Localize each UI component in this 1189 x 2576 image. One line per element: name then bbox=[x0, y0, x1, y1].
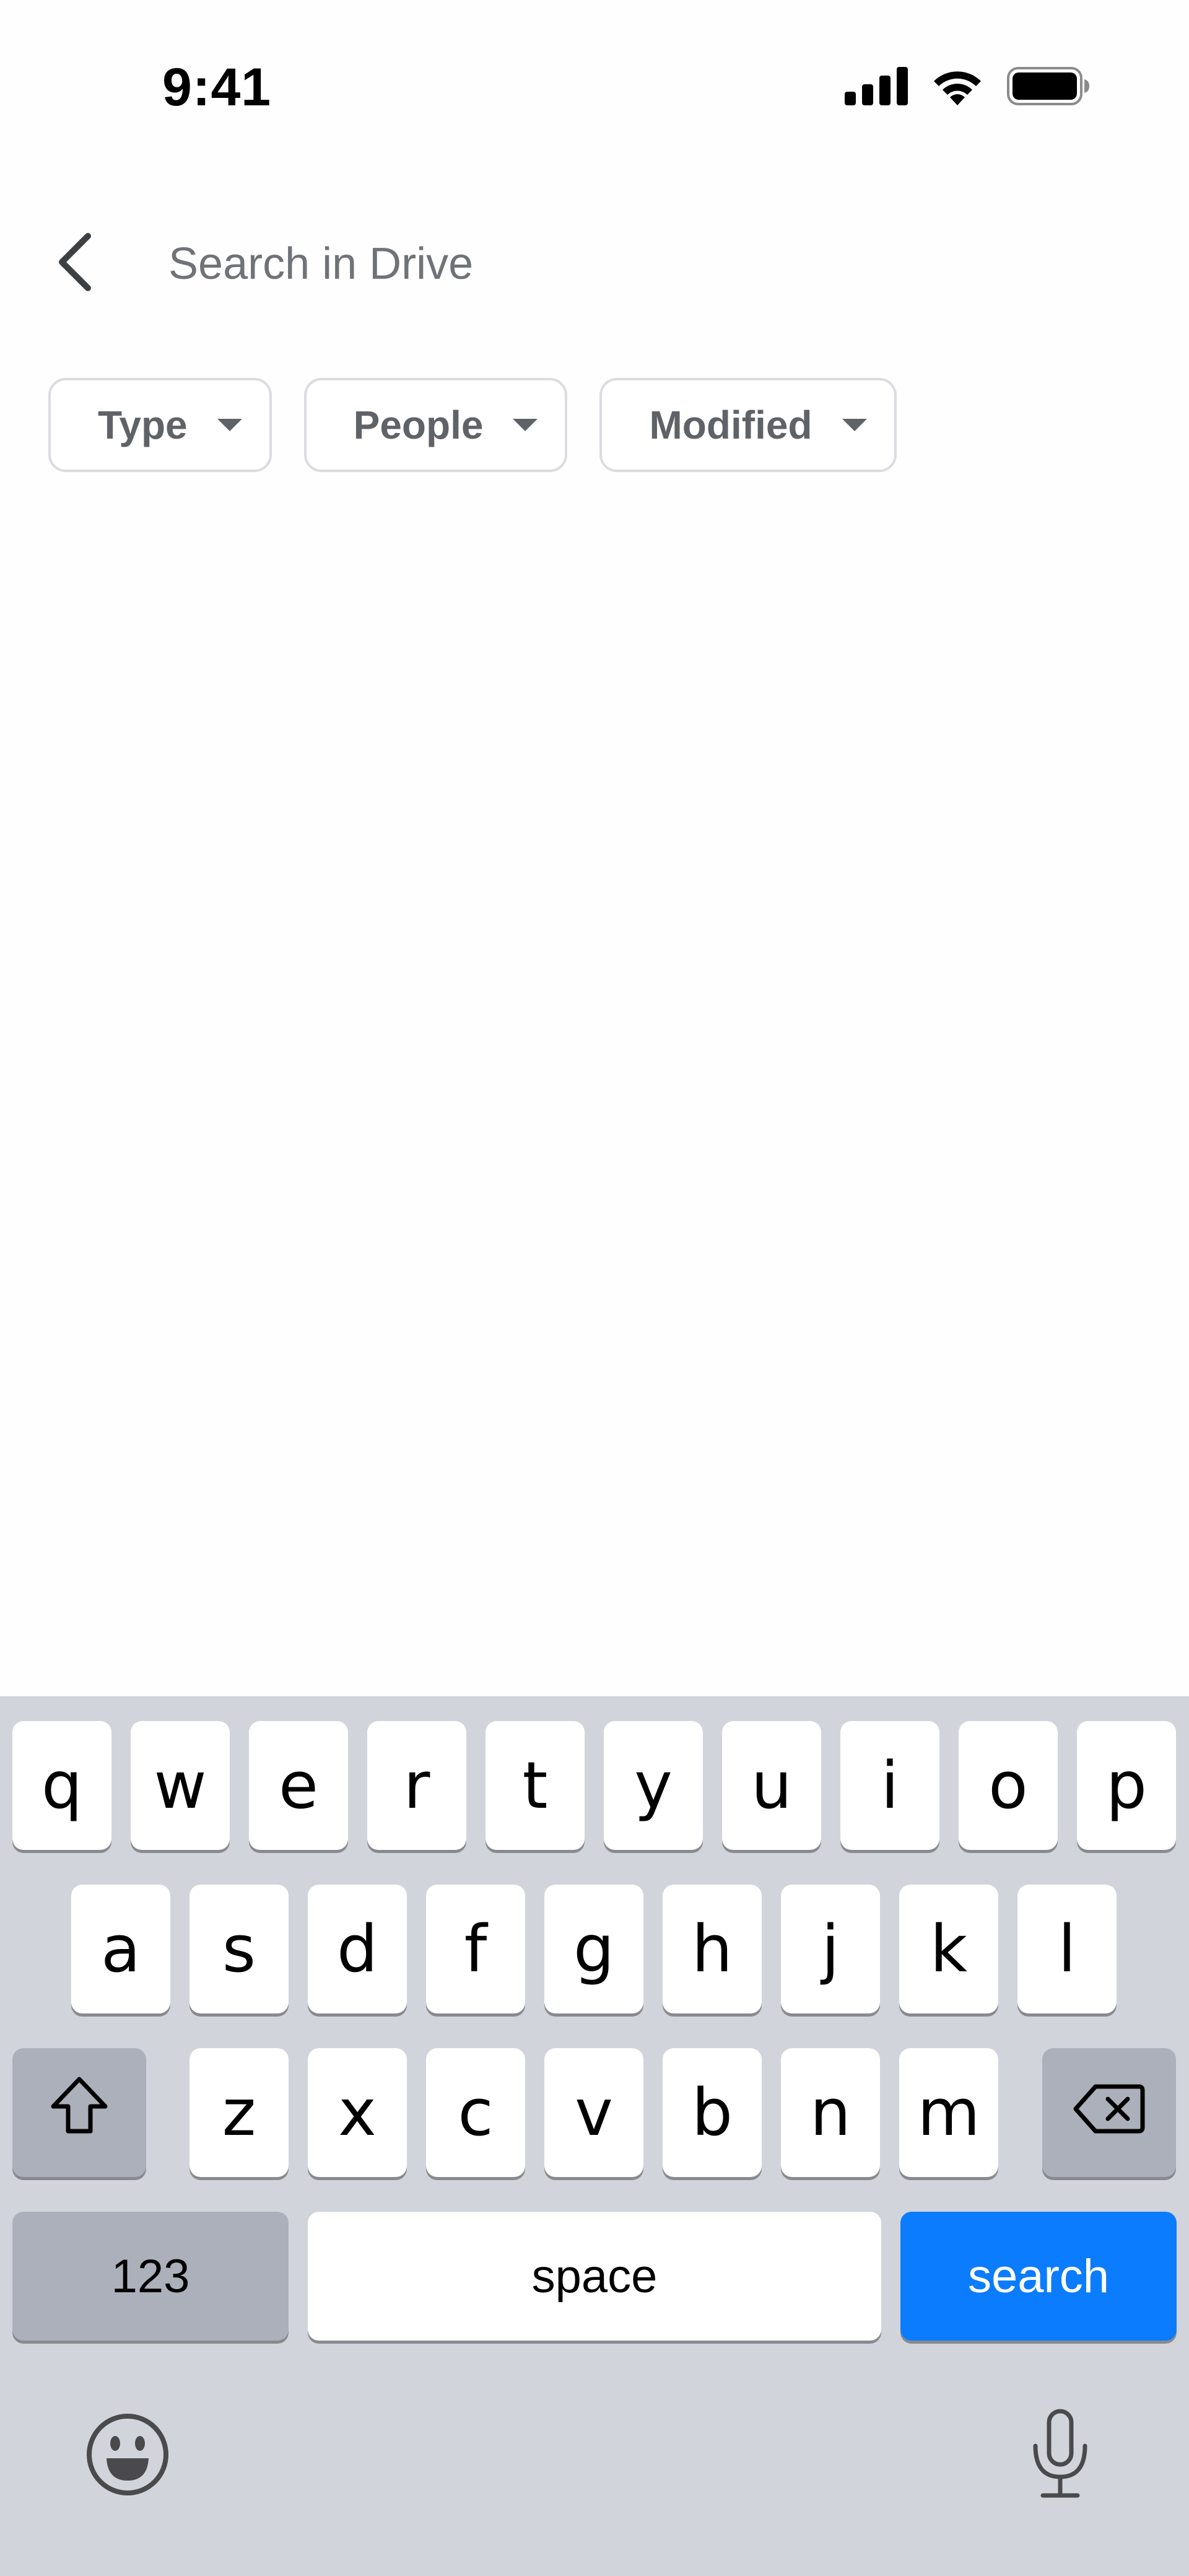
filter-chip-label: Type bbox=[98, 403, 188, 447]
wifi-icon bbox=[931, 67, 983, 108]
key-i[interactable]: i bbox=[840, 1721, 939, 1850]
dropdown-arrow-icon bbox=[842, 419, 867, 431]
dropdown-arrow-icon bbox=[217, 419, 242, 431]
shift-icon bbox=[48, 2075, 110, 2150]
key-b[interactable]: b bbox=[663, 2048, 762, 2177]
key-j[interactable]: j bbox=[781, 1885, 880, 2013]
dropdown-arrow-icon bbox=[513, 419, 538, 431]
key-n[interactable]: n bbox=[781, 2048, 880, 2177]
key-l[interactable]: l bbox=[1017, 1885, 1117, 2013]
space-key[interactable]: space bbox=[308, 2212, 881, 2341]
status-bar: 9:41 bbox=[0, 0, 1189, 180]
on-screen-keyboard: q w e r t y u i o p a s d f g h j k l z … bbox=[0, 1696, 1189, 2576]
key-h[interactable]: h bbox=[663, 1885, 762, 2013]
key-r[interactable]: r bbox=[367, 1721, 466, 1850]
key-z[interactable]: z bbox=[189, 2048, 289, 2177]
backspace-icon bbox=[1073, 2075, 1145, 2150]
key-q[interactable]: q bbox=[12, 1721, 111, 1850]
cellular-signal-icon bbox=[845, 67, 908, 108]
key-w[interactable]: w bbox=[131, 1721, 230, 1850]
key-a[interactable]: a bbox=[71, 1885, 170, 2013]
numbers-key[interactable]: 123 bbox=[12, 2212, 289, 2341]
filter-chip-label: People bbox=[353, 403, 484, 447]
microphone-icon bbox=[1028, 2409, 1092, 2502]
key-t[interactable]: t bbox=[486, 1721, 585, 1850]
key-p[interactable]: p bbox=[1077, 1721, 1176, 1850]
key-x[interactable]: x bbox=[308, 2048, 407, 2177]
backspace-key[interactable] bbox=[1042, 2048, 1176, 2177]
filter-chip-type[interactable]: Type bbox=[48, 378, 272, 472]
key-s[interactable]: s bbox=[189, 1885, 289, 2013]
back-arrow-icon bbox=[54, 231, 98, 296]
battery-icon bbox=[1007, 67, 1090, 108]
key-m[interactable]: m bbox=[899, 2048, 998, 2177]
key-g[interactable]: g bbox=[544, 1885, 643, 2013]
filter-chips: Type People Modified bbox=[48, 378, 897, 472]
search-input[interactable] bbox=[168, 234, 1097, 294]
key-u[interactable]: u bbox=[722, 1721, 821, 1850]
status-icons bbox=[845, 67, 1090, 108]
shift-key[interactable] bbox=[12, 2048, 146, 2177]
search-header bbox=[0, 211, 1189, 316]
emoji-button[interactable] bbox=[84, 2412, 171, 2499]
filter-chip-people[interactable]: People bbox=[303, 378, 568, 472]
filter-chip-label: Modified bbox=[649, 403, 812, 447]
back-button[interactable] bbox=[42, 229, 110, 297]
filter-chip-modified[interactable]: Modified bbox=[599, 378, 897, 472]
key-e[interactable]: e bbox=[249, 1721, 348, 1850]
key-y[interactable]: y bbox=[604, 1721, 703, 1850]
key-v[interactable]: v bbox=[544, 2048, 643, 2177]
emoji-icon bbox=[85, 2412, 170, 2500]
key-f[interactable]: f bbox=[426, 1885, 525, 2013]
key-c[interactable]: c bbox=[426, 2048, 525, 2177]
key-o[interactable]: o bbox=[959, 1721, 1058, 1850]
search-key[interactable]: search bbox=[900, 2212, 1177, 2341]
key-k[interactable]: k bbox=[899, 1885, 998, 2013]
status-time: 9:41 bbox=[162, 58, 272, 117]
key-d[interactable]: d bbox=[308, 1885, 407, 2013]
microphone-button[interactable] bbox=[1023, 2409, 1097, 2502]
